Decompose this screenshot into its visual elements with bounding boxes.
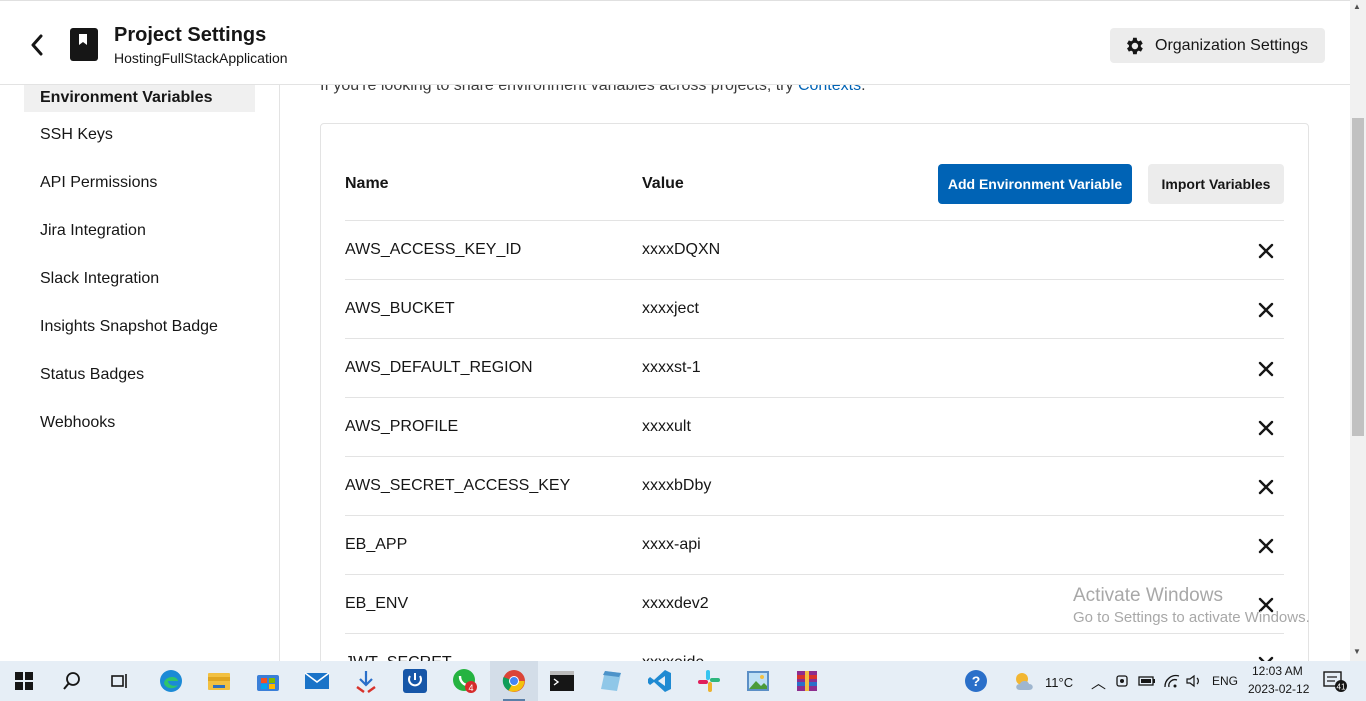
delete-x-icon[interactable] bbox=[1257, 478, 1275, 496]
power-app-icon[interactable] bbox=[400, 666, 430, 696]
variable-name: AWS_DEFAULT_REGION bbox=[345, 359, 533, 376]
file-explorer-icon[interactable] bbox=[204, 666, 234, 696]
variable-name: AWS_BUCKET bbox=[345, 300, 455, 317]
store-icon[interactable] bbox=[253, 666, 283, 696]
notification-count: 41 bbox=[1337, 683, 1346, 692]
chrome-icon bbox=[502, 670, 525, 692]
scroll-down-arrow-icon[interactable]: ▼ bbox=[1353, 647, 1361, 656]
weather-temperature[interactable]: 11°C bbox=[1045, 675, 1073, 690]
variable-value: xxxxult bbox=[642, 418, 691, 435]
delete-x-icon[interactable] bbox=[1257, 242, 1275, 260]
chrome-taskbar-button[interactable] bbox=[490, 661, 538, 701]
task-view-icon[interactable] bbox=[105, 666, 135, 696]
sidebar-item-ssh-keys[interactable]: SSH Keys bbox=[24, 111, 255, 159]
terminal-icon[interactable] bbox=[547, 666, 577, 696]
delete-x-icon[interactable] bbox=[1257, 419, 1275, 437]
variable-value: xxxxdev2 bbox=[642, 595, 709, 612]
wifi-icon[interactable] bbox=[1160, 666, 1184, 696]
sidebar-item-insights-snapshot-badge[interactable]: Insights Snapshot Badge bbox=[24, 303, 255, 351]
sidebar-item-status-badges[interactable]: Status Badges bbox=[24, 351, 255, 399]
vscode-icon[interactable] bbox=[645, 666, 675, 696]
mail-icon[interactable] bbox=[302, 666, 332, 696]
slack-icon[interactable] bbox=[694, 666, 724, 696]
chevron-left-icon bbox=[31, 34, 43, 56]
variable-value: xxxxbDby bbox=[642, 477, 712, 494]
app-window: Project Settings HostingFullStackApplica… bbox=[0, 0, 1366, 701]
variable-name: EB_APP bbox=[345, 536, 408, 553]
clock-time[interactable]: 12:03 AM bbox=[1252, 664, 1303, 678]
activate-windows-watermark-text: Go to Settings to activate Windows. bbox=[1073, 609, 1310, 626]
sidebar-item-api-permissions[interactable]: API Permissions bbox=[24, 159, 255, 207]
edge-icon[interactable] bbox=[156, 666, 186, 696]
windows-start-icon[interactable] bbox=[9, 666, 39, 696]
sidebar-item-webhooks[interactable]: Webhooks bbox=[24, 399, 255, 447]
activate-windows-watermark-title: Activate Windows bbox=[1073, 585, 1223, 606]
settings-sidebar: Environment Variables SSH Keys API Permi… bbox=[0, 85, 280, 661]
chevron-up-icon[interactable]: ︿ bbox=[1091, 672, 1106, 693]
table-row: EB_APP xxxx-api bbox=[345, 515, 1284, 574]
organization-settings-button[interactable]: Organization Settings bbox=[1110, 28, 1325, 63]
archive-icon[interactable] bbox=[792, 666, 822, 696]
volume-icon[interactable] bbox=[1183, 666, 1205, 696]
project-name: HostingFullStackApplication bbox=[114, 50, 288, 66]
variable-value: xxxx-api bbox=[642, 536, 701, 553]
variable-name: AWS_ACCESS_KEY_ID bbox=[345, 241, 522, 258]
weather-icon[interactable] bbox=[1010, 666, 1040, 696]
variable-name: EB_ENV bbox=[345, 595, 409, 612]
delete-x-icon[interactable] bbox=[1257, 537, 1275, 555]
search-icon[interactable] bbox=[57, 666, 87, 696]
column-header-name: Name bbox=[345, 175, 389, 192]
table-row: AWS_BUCKET xxxxject bbox=[345, 279, 1284, 338]
variable-name: AWS_PROFILE bbox=[345, 418, 459, 435]
battery-icon[interactable] bbox=[1136, 666, 1158, 696]
photos-icon[interactable] bbox=[743, 666, 773, 696]
variable-value: xxxxDQXN bbox=[642, 241, 721, 258]
top-header: Project Settings HostingFullStackApplica… bbox=[0, 0, 1350, 85]
notifications-icon[interactable]: 41 bbox=[1320, 666, 1350, 696]
table-row: AWS_PROFILE xxxxult bbox=[345, 397, 1284, 456]
whatsapp-badge: 4 bbox=[468, 683, 473, 693]
whatsapp-icon[interactable]: 4 bbox=[450, 666, 480, 696]
table-row: AWS_ACCESS_KEY_ID xxxxDQXN bbox=[345, 220, 1284, 279]
add-environment-variable-button[interactable]: Add Environment Variable bbox=[938, 164, 1132, 204]
meet-now-icon[interactable] bbox=[1112, 666, 1134, 696]
variable-name: AWS_SECRET_ACCESS_KEY bbox=[345, 477, 571, 494]
delete-x-icon[interactable] bbox=[1257, 360, 1275, 378]
delete-x-icon[interactable] bbox=[1257, 301, 1275, 319]
input-language[interactable]: ENG bbox=[1212, 674, 1238, 688]
svg-text:?: ? bbox=[972, 673, 981, 689]
organization-settings-label: Organization Settings bbox=[1155, 36, 1308, 54]
scroll-up-arrow-icon[interactable]: ▲ bbox=[1353, 2, 1361, 11]
column-header-value: Value bbox=[642, 175, 684, 192]
variable-value: xxxxject bbox=[642, 300, 699, 317]
help-icon[interactable]: ? bbox=[961, 666, 991, 696]
windows-taskbar: 4 ? 11°C ︿ ENG 12:03 AM 2023-02-12 41 bbox=[0, 661, 1366, 701]
download-app-icon[interactable] bbox=[351, 666, 381, 696]
sidebar-item-slack-integration[interactable]: Slack Integration bbox=[24, 255, 255, 303]
sidebar-item-jira-integration[interactable]: Jira Integration bbox=[24, 207, 255, 255]
project-book-icon bbox=[70, 28, 98, 61]
gear-icon bbox=[1127, 37, 1143, 54]
page-title: Project Settings bbox=[114, 24, 267, 46]
notepad-icon[interactable] bbox=[596, 666, 626, 696]
clock-date[interactable]: 2023-02-12 bbox=[1248, 682, 1309, 696]
scrollbar-thumb[interactable] bbox=[1352, 118, 1364, 436]
import-variables-button[interactable]: Import Variables bbox=[1148, 164, 1284, 204]
back-button[interactable] bbox=[24, 31, 50, 59]
table-row: AWS_DEFAULT_REGION xxxxst-1 bbox=[345, 338, 1284, 397]
variable-value: xxxxst-1 bbox=[642, 359, 701, 376]
table-row: AWS_SECRET_ACCESS_KEY xxxxbDby bbox=[345, 456, 1284, 515]
sidebar-item-environment-variables[interactable]: Environment Variables bbox=[24, 85, 255, 112]
